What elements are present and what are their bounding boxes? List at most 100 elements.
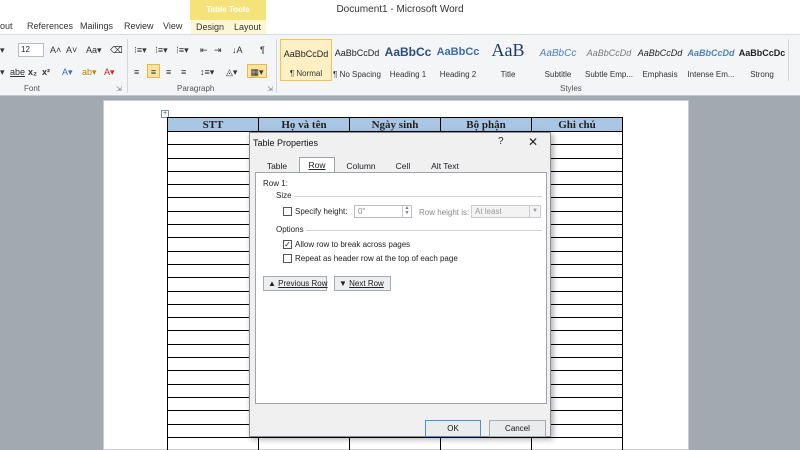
font-name-dropdown[interactable]: ▾ <box>0 43 5 57</box>
cancel-button[interactable]: Cancel <box>489 420 546 437</box>
tab-mailings[interactable]: Mailings <box>80 21 113 31</box>
table-cell[interactable] <box>167 237 259 252</box>
table-cell[interactable] <box>531 436 623 450</box>
multilevel-list-icon[interactable]: ⁝≡▾ <box>176 43 189 57</box>
allow-break-label[interactable]: Allow row to break across pages <box>295 240 410 249</box>
specify-height-checkbox[interactable] <box>283 207 292 216</box>
spinner-arrows-icon[interactable]: ▲ ▼ <box>402 206 411 217</box>
align-center-icon[interactable]: ≡ <box>147 64 160 78</box>
next-row-button[interactable]: ▼ Next Row <box>334 276 391 291</box>
table-cell[interactable] <box>167 343 259 359</box>
styles-scroll[interactable] <box>788 39 800 81</box>
subscript-icon[interactable]: x₂ <box>28 65 37 79</box>
table-cell[interactable] <box>167 357 259 372</box>
previous-row-button[interactable]: ▲ Previous Row <box>263 276 328 291</box>
ok-button[interactable]: OK <box>425 420 481 437</box>
decrease-indent-icon[interactable]: ⇤ <box>200 43 208 57</box>
style-heading-2[interactable]: AaBbCc Heading 2 <box>432 39 484 81</box>
font-options-icon[interactable]: ▾ <box>0 65 5 79</box>
style-strong[interactable]: AaBbCcDc Strong <box>736 39 788 81</box>
table-cell[interactable] <box>167 144 259 159</box>
grow-font-icon[interactable]: A˄ <box>50 43 61 57</box>
height-spinner[interactable]: 0" ▲ ▼ <box>354 205 412 218</box>
increase-indent-icon[interactable]: ⇥ <box>214 43 222 57</box>
tab-references[interactable]: References <box>27 21 73 31</box>
table-cell[interactable] <box>167 410 259 425</box>
table-cell[interactable] <box>167 423 259 438</box>
repeat-header-checkbox[interactable] <box>283 254 292 263</box>
table-cell[interactable] <box>167 370 259 385</box>
specify-height-label[interactable]: Specify height: <box>295 207 347 216</box>
table-cell[interactable] <box>167 436 259 450</box>
header-cell-name[interactable]: Họ và tên <box>258 117 350 132</box>
style-heading-1[interactable]: AaBbCc Heading 1 <box>382 39 434 81</box>
table-cell[interactable] <box>167 303 259 319</box>
sort-icon[interactable]: ↓A <box>232 43 243 57</box>
tab-layout-partial[interactable]: out <box>0 21 13 31</box>
table-cell[interactable] <box>167 157 259 172</box>
shrink-font-icon[interactable]: A˅ <box>66 43 77 57</box>
table-cell[interactable] <box>167 170 259 186</box>
tab-view[interactable]: View <box>163 21 182 31</box>
header-cell-dob[interactable]: Ngày sinh <box>349 117 441 132</box>
change-case-icon[interactable]: Aa▾ <box>86 43 102 57</box>
borders-icon[interactable]: ▦▾ <box>247 64 267 78</box>
row-height-is-select[interactable]: At least ▼ <box>471 205 541 218</box>
table-cell[interactable] <box>167 130 259 146</box>
font-size-dropdown[interactable]: 12 <box>18 43 44 57</box>
table-cell[interactable] <box>167 277 259 292</box>
table-cell[interactable] <box>167 224 259 239</box>
style-subtle-emphasis[interactable]: AaBbCcDd Subtle Emp... <box>583 39 635 81</box>
tab-table-layout[interactable]: Layout <box>229 20 267 34</box>
tab-design[interactable]: Design <box>191 20 230 34</box>
help-icon[interactable]: ? <box>498 136 504 147</box>
header-cell-stt[interactable]: STT <box>167 117 259 132</box>
table-cell[interactable] <box>349 436 441 450</box>
table-cell[interactable] <box>167 290 259 305</box>
style-subtitle[interactable]: AaBbCc Subtitle <box>532 39 584 81</box>
table-cell[interactable] <box>167 197 259 212</box>
style-title[interactable]: AaB Title <box>482 39 534 81</box>
table-cell[interactable] <box>167 263 259 279</box>
header-cell-notes[interactable]: Ghi chú <box>531 117 623 132</box>
bullets-icon[interactable]: ⁝≡▾ <box>134 43 147 57</box>
style-no-spacing[interactable]: AaBbCcDd ¶ No Spacing <box>331 39 383 81</box>
style-intense-emphasis[interactable]: AaBbCcDd Intense Em... <box>685 39 737 81</box>
superscript-icon[interactable]: x² <box>42 65 50 79</box>
highlight-icon[interactable]: ab▾ <box>82 65 97 79</box>
table-cell[interactable] <box>258 436 350 450</box>
table-cell[interactable] <box>167 210 259 226</box>
shading-icon[interactable]: ◬▾ <box>226 65 237 79</box>
tab-table[interactable]: Table <box>260 158 294 173</box>
table-cell[interactable] <box>167 383 259 398</box>
table-cell[interactable] <box>167 184 259 199</box>
numbering-icon[interactable]: ⁝≡▾ <box>155 43 168 57</box>
font-dialog-launcher-icon[interactable]: ⇲ <box>116 83 122 97</box>
table-cell[interactable] <box>167 396 259 412</box>
tab-row[interactable]: Row <box>299 157 335 173</box>
text-effects-icon[interactable]: A▾ <box>62 65 73 79</box>
font-color-icon[interactable]: A▾ <box>104 65 115 79</box>
paragraph-dialog-launcher-icon[interactable]: ⇲ <box>267 83 273 97</box>
table-cell[interactable] <box>167 317 259 332</box>
repeat-header-label[interactable]: Repeat as header row at the top of each … <box>295 254 458 263</box>
allow-break-checkbox[interactable]: ✓ <box>283 240 292 249</box>
tab-review[interactable]: Review <box>124 21 154 31</box>
line-spacing-icon[interactable]: ↕≡▾ <box>200 65 214 79</box>
table-cell[interactable] <box>167 250 259 265</box>
header-cell-department[interactable]: Bộ phận <box>440 117 532 132</box>
align-left-icon[interactable]: ≡ <box>134 65 139 79</box>
underline-icon[interactable]: abe <box>10 65 25 79</box>
justify-icon[interactable]: ≡ <box>181 65 186 79</box>
style-emphasis[interactable]: AaBbCcDd Emphasis <box>634 39 686 81</box>
show-formatting-icon[interactable]: ¶ <box>260 43 265 57</box>
clear-format-icon[interactable]: ⌫ <box>110 43 123 57</box>
tab-cell[interactable]: Cell <box>386 158 420 173</box>
table-cell[interactable] <box>167 330 259 345</box>
tab-column[interactable]: Column <box>341 158 381 173</box>
close-icon[interactable]: ✕ <box>528 135 538 149</box>
tab-alt-text[interactable]: Alt Text <box>425 158 465 173</box>
style-normal[interactable]: AaBbCcDd ¶ Normal <box>280 39 332 81</box>
align-right-icon[interactable]: ≡ <box>166 65 171 79</box>
table-cell[interactable] <box>440 436 532 450</box>
